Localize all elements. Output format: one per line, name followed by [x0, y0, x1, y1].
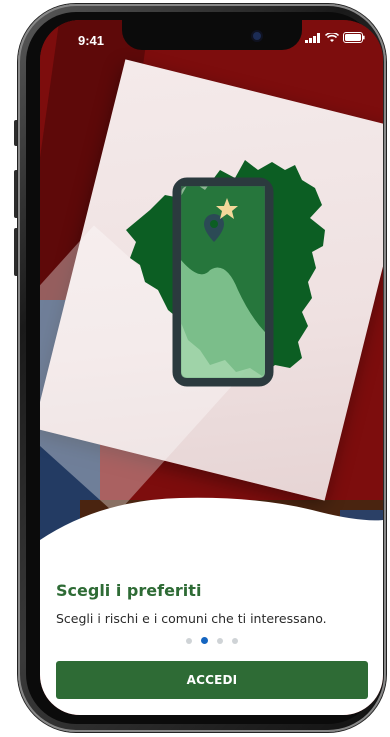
onboarding-sheet: Scegli i preferiti Scegli i rischi e i c…	[40, 495, 383, 715]
notch	[122, 20, 302, 50]
status-icons	[305, 32, 365, 43]
status-bar: 9:41	[40, 20, 383, 60]
onboarding-title: Scegli i preferiti	[56, 581, 202, 600]
page-dot-active[interactable]	[201, 637, 208, 644]
page-indicator[interactable]	[186, 637, 238, 644]
page-dot[interactable]	[186, 637, 192, 644]
wifi-icon	[325, 32, 339, 42]
phone-screen: 9:41 Scegli i preferiti Scegli i rischi …	[40, 20, 383, 715]
battery-icon	[343, 32, 365, 43]
front-camera	[253, 32, 261, 40]
page-dot[interactable]	[217, 637, 223, 644]
status-time: 9:41	[78, 33, 105, 48]
page-dot[interactable]	[232, 637, 238, 644]
accedi-button[interactable]: ACCEDI	[56, 661, 368, 699]
signal-icon	[305, 32, 320, 43]
onboarding-description: Scegli i rischi e i comuni che ti intere…	[56, 611, 327, 626]
stage: 9:41 Scegli i preferiti Scegli i rischi …	[0, 0, 390, 737]
